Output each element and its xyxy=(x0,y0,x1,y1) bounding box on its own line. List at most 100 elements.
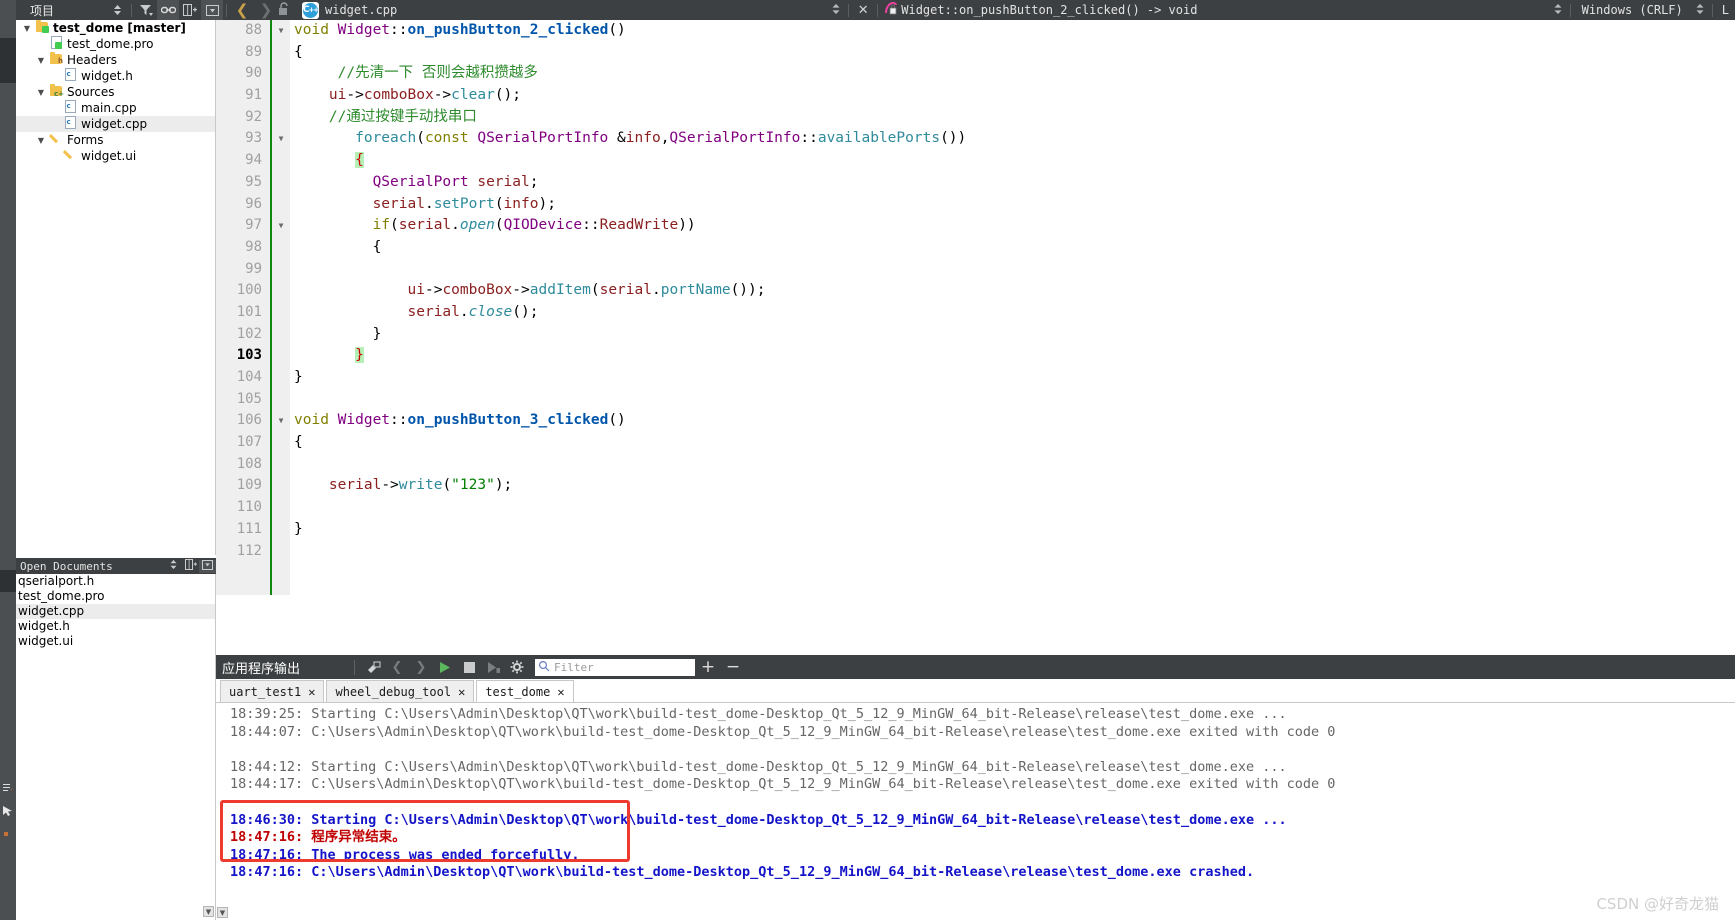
code-text: { xyxy=(294,432,303,454)
output-log-line: 18:46:30: Starting C:\Users\Admin\Deskto… xyxy=(216,812,1735,830)
collapse-icon[interactable] xyxy=(201,0,223,20)
output-tab-wheel-debug-tool[interactable]: wheel_debug_tool✕ xyxy=(326,680,474,702)
output-filter-input[interactable]: Filter xyxy=(535,659,695,676)
code-line[interactable]: 111} xyxy=(216,519,1735,541)
fold-toggle-icon[interactable]: ▼ xyxy=(274,128,288,150)
code-line[interactable]: 102 } xyxy=(216,324,1735,346)
editor-code-area[interactable]: 88▼void Widget::on_pushButton_2_clicked(… xyxy=(216,20,1735,562)
code-line[interactable]: 105 xyxy=(216,389,1735,411)
code-line[interactable]: 112 xyxy=(216,541,1735,563)
code-line[interactable]: 90 //先清一下 否则会越积攒越多 xyxy=(216,63,1735,85)
code-line[interactable]: 108 xyxy=(216,454,1735,476)
tree-item-sources[interactable]: ▼c+Sources xyxy=(16,84,215,100)
output-tab-test-dome[interactable]: test_dome✕ xyxy=(476,680,573,702)
output-tab-uart-test1[interactable]: uart_test1✕ xyxy=(220,680,324,702)
tree-item-label: widget.cpp xyxy=(78,117,147,131)
close-icon[interactable]: ✕ xyxy=(308,685,315,699)
code-editor[interactable]: 88▼void Widget::on_pushButton_2_clicked(… xyxy=(216,20,1735,595)
code-line[interactable]: 91 ui->comboBox->clear(); xyxy=(216,85,1735,107)
gear-icon[interactable] xyxy=(505,655,529,679)
fold-toggle-icon[interactable]: ▼ xyxy=(274,215,288,237)
tree-item-forms[interactable]: ▼Forms xyxy=(16,132,215,148)
code-line[interactable]: 88▼void Widget::on_pushButton_2_clicked(… xyxy=(216,20,1735,42)
mode-selector-strip[interactable] xyxy=(0,0,16,920)
filter-icon[interactable] xyxy=(135,0,157,20)
code-line[interactable]: 98 { xyxy=(216,237,1735,259)
next-item-icon[interactable]: ❯ xyxy=(409,655,433,679)
tree-expand-arrow[interactable]: ▼ xyxy=(34,88,48,97)
sort-updown-icon[interactable] xyxy=(165,559,182,573)
code-line[interactable]: 109 serial->write("123"); xyxy=(216,475,1735,497)
unlock-icon[interactable] xyxy=(278,2,300,19)
fold-toggle-icon[interactable]: ▼ xyxy=(274,20,288,42)
tree-item-main-cpp[interactable]: cmain.cpp xyxy=(16,100,215,116)
add-icon[interactable]: + xyxy=(695,657,721,677)
stop-icon[interactable] xyxy=(457,655,481,679)
close-panel-icon[interactable] xyxy=(199,560,216,573)
code-line[interactable]: 94 { xyxy=(216,150,1735,172)
code-line[interactable]: 106▼void Widget::on_pushButton_3_clicked… xyxy=(216,410,1735,432)
open-document-item[interactable]: widget.ui xyxy=(16,634,215,649)
sort-updown-icon[interactable] xyxy=(106,0,128,20)
tree-item-widget-ui[interactable]: widget.ui xyxy=(16,148,215,164)
toolbar-divider-6 xyxy=(1712,4,1713,17)
symbol-dropdown-icon[interactable] xyxy=(1549,3,1567,18)
encoding-label[interactable]: Windows (CRLF) xyxy=(1574,3,1691,17)
open-document-item[interactable]: widget.h xyxy=(16,619,215,634)
code-line[interactable]: 97▼ if(serial.open(QIODevice::ReadWrite)… xyxy=(216,215,1735,237)
close-icon[interactable]: ✕ xyxy=(557,685,564,699)
code-line[interactable]: 89{ xyxy=(216,42,1735,64)
qt-project-icon xyxy=(34,21,50,35)
encoding-dropdown-icon[interactable] xyxy=(1691,3,1709,18)
close-file-icon[interactable]: ✕ xyxy=(852,3,874,18)
tree-expand-arrow[interactable]: ▼ xyxy=(20,24,34,33)
application-output-body[interactable]: 18:39:25: Starting C:\Users\Admin\Deskto… xyxy=(216,703,1735,920)
code-line[interactable]: 103 } xyxy=(216,345,1735,367)
tree-item-test-dome-pro[interactable]: test_dome.pro xyxy=(16,36,215,52)
tree-item-widget-h[interactable]: cwidget.h xyxy=(16,68,215,84)
tree-scrollbar-down[interactable]: ▼ xyxy=(203,906,214,917)
code-line[interactable]: 96 serial.setPort(info); xyxy=(216,194,1735,216)
split-add-icon[interactable] xyxy=(179,0,201,20)
open-document-item[interactable]: widget.cpp xyxy=(16,604,215,619)
output-scrollbar-down[interactable]: ▼ xyxy=(217,907,228,918)
list-icon[interactable] xyxy=(3,780,12,787)
code-line[interactable]: 92 //通过按键手动找串口 xyxy=(216,107,1735,129)
clear-output-icon[interactable] xyxy=(361,655,385,679)
nav-back-icon[interactable]: ❮ xyxy=(230,1,254,19)
output-log-line: 18:47:16: The process was ended forceful… xyxy=(216,847,1735,865)
code-line[interactable]: 110 xyxy=(216,497,1735,519)
tree-expand-arrow[interactable]: ▼ xyxy=(34,56,48,65)
close-icon[interactable]: ✕ xyxy=(458,685,465,699)
nav-forward-icon[interactable]: ❯ xyxy=(254,1,278,19)
code-line[interactable]: 107{ xyxy=(216,432,1735,454)
open-document-item[interactable]: test_dome.pro xyxy=(16,589,215,604)
link-icon[interactable] xyxy=(157,0,179,20)
project-tree-panel[interactable]: ▼test_dome [master]test_dome.pro▼hHeader… xyxy=(16,20,216,555)
code-line[interactable]: 95 QSerialPort serial; xyxy=(216,172,1735,194)
code-line[interactable]: 104} xyxy=(216,367,1735,389)
tree-item-widget-cpp[interactable]: cwidget.cpp xyxy=(16,116,215,132)
tree-item-label: Sources xyxy=(64,85,114,99)
prev-item-icon[interactable]: ❮ xyxy=(385,655,409,679)
split-add-icon[interactable] xyxy=(182,559,199,573)
fold-toggle-icon[interactable]: ▼ xyxy=(274,410,288,432)
tree-item-headers[interactable]: ▼hHeaders xyxy=(16,52,215,68)
cursor-arrow-icon[interactable] xyxy=(3,805,13,815)
run-icon[interactable] xyxy=(433,655,457,679)
mode-strip-block-top[interactable] xyxy=(0,38,16,83)
open-document-item[interactable]: qserialport.h xyxy=(16,574,215,589)
output-tab-bar[interactable]: uart_test1✕wheel_debug_tool✕test_dome✕ xyxy=(216,679,1735,703)
open-documents-list[interactable]: qserialport.htest_dome.prowidget.cppwidg… xyxy=(16,574,216,920)
mode-strip-block-mid[interactable] xyxy=(0,570,16,592)
file-dropdown-icon[interactable] xyxy=(827,3,845,18)
attach-debugger-icon[interactable] xyxy=(481,655,505,679)
code-line[interactable]: 101 serial.close(); xyxy=(216,302,1735,324)
tree-item-test-dome-master-[interactable]: ▼test_dome [master] xyxy=(16,20,215,36)
code-line[interactable]: 99 xyxy=(216,259,1735,281)
output-log-line: 18:44:12: Starting C:\Users\Admin\Deskto… xyxy=(216,759,1735,777)
remove-icon[interactable]: − xyxy=(721,657,745,677)
code-line[interactable]: 93▼ foreach(const QSerialPortInfo &info,… xyxy=(216,128,1735,150)
tree-expand-arrow[interactable]: ▼ xyxy=(34,136,48,145)
code-line[interactable]: 100 ui->comboBox->addItem(serial.portNam… xyxy=(216,280,1735,302)
